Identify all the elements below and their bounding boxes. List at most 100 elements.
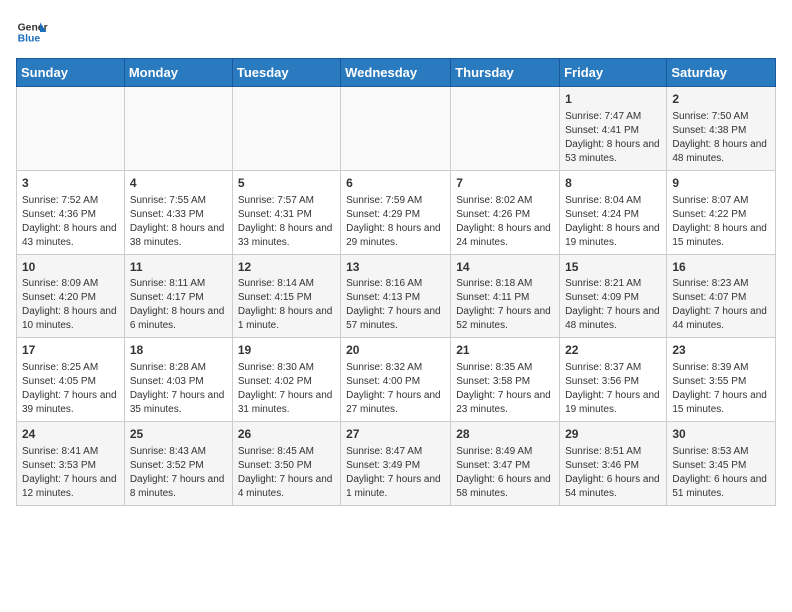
calendar-cell: 24Sunrise: 8:41 AMSunset: 3:53 PMDayligh… — [17, 422, 125, 506]
calendar-cell: 7 Sunrise: 8:02 AMSunset: 4:26 PMDaylight… — [451, 170, 560, 254]
calendar-cell: 23 Sunrise: 8:39 AMSunset: 3:55 PMDayligh… — [667, 338, 776, 422]
weekday-header-saturday: Saturday — [667, 59, 776, 87]
day-number: 22 — [565, 342, 661, 359]
calendar-cell: 30 Sunrise: 8:53 AMSunset: 3:45 PMDayligh… — [667, 422, 776, 506]
page-header: General Blue — [16, 16, 776, 48]
calendar-cell: 26 Sunrise: 8:45 AMSunset: 3:50 PMDayligh… — [232, 422, 340, 506]
calendar-cell: 18 Sunrise: 8:28 AMSunset: 4:03 PMDayligh… — [124, 338, 232, 422]
day-info: Sunrise: 8:37 AMSunset: 3:56 PMDaylight:… — [565, 361, 661, 417]
weekday-header-row: SundayMondayTuesdayWednesdayThursdayFrid… — [17, 59, 776, 87]
day-info: Sunrise: 8:25 AMSunset: 4:05 PMDaylight:… — [22, 361, 119, 417]
calendar-cell: 29 Sunrise: 8:51 AMSunset: 3:46 PMDayligh… — [560, 422, 667, 506]
day-number: 25 — [130, 426, 227, 443]
calendar-cell: 28 Sunrise: 8:49 AMSunset: 3:47 PMDayligh… — [451, 422, 560, 506]
day-info: Sunrise: 8:43 AMSunset: 3:52 PMDaylight:… — [130, 445, 227, 501]
day-info: Sunrise: 7:55 AMSunset: 4:33 PMDaylight:… — [130, 194, 227, 250]
day-number: 28 — [456, 426, 554, 443]
day-number: 15 — [565, 259, 661, 276]
day-number: 23 — [672, 342, 770, 359]
day-number: 21 — [456, 342, 554, 359]
day-number: 2 — [672, 91, 770, 108]
weekday-header-sunday: Sunday — [17, 59, 125, 87]
day-number: 4 — [130, 175, 227, 192]
calendar-cell: 10Sunrise: 8:09 AMSunset: 4:20 PMDayligh… — [17, 254, 125, 338]
calendar-cell: 8Sunrise: 8:04 AMSunset: 4:24 PMDaylight… — [560, 170, 667, 254]
day-number: 9 — [672, 175, 770, 192]
svg-text:Blue: Blue — [18, 34, 41, 45]
calendar-cell — [232, 87, 340, 171]
calendar-cell: 21Sunrise: 8:35 AMSunset: 3:58 PMDayligh… — [451, 338, 560, 422]
calendar-cell: 4 Sunrise: 7:55 AMSunset: 4:33 PMDaylight… — [124, 170, 232, 254]
weekday-header-tuesday: Tuesday — [232, 59, 340, 87]
calendar-cell: 6 Sunrise: 7:59 AMSunset: 4:29 PMDaylight… — [341, 170, 451, 254]
day-info: Sunrise: 8:47 AMSunset: 3:49 PMDaylight:… — [346, 445, 445, 501]
day-info: Sunrise: 7:47 AMSunset: 4:41 PMDaylight:… — [565, 110, 661, 166]
day-number: 12 — [238, 259, 335, 276]
day-number: 3 — [22, 175, 119, 192]
day-info: Sunrise: 8:02 AMSunset: 4:26 PMDaylight:… — [456, 194, 554, 250]
logo: General Blue — [16, 16, 48, 48]
calendar-cell: 15Sunrise: 8:21 AMSunset: 4:09 PMDayligh… — [560, 254, 667, 338]
day-number: 26 — [238, 426, 335, 443]
calendar-cell — [124, 87, 232, 171]
day-number: 1 — [565, 91, 661, 108]
day-info: Sunrise: 8:53 AMSunset: 3:45 PMDaylight:… — [672, 445, 770, 501]
day-info: Sunrise: 8:07 AMSunset: 4:22 PMDaylight:… — [672, 194, 770, 250]
day-number: 18 — [130, 342, 227, 359]
day-number: 10 — [22, 259, 119, 276]
day-info: Sunrise: 8:21 AMSunset: 4:09 PMDaylight:… — [565, 277, 661, 333]
day-number: 29 — [565, 426, 661, 443]
day-info: Sunrise: 8:51 AMSunset: 3:46 PMDaylight:… — [565, 445, 661, 501]
calendar-week-4: 17 Sunrise: 8:25 AMSunset: 4:05 PMDayligh… — [17, 338, 776, 422]
day-info: Sunrise: 8:09 AMSunset: 4:20 PMDaylight:… — [22, 277, 119, 333]
calendar-cell — [341, 87, 451, 171]
day-info: Sunrise: 8:39 AMSunset: 3:55 PMDaylight:… — [672, 361, 770, 417]
day-info: Sunrise: 8:11 AMSunset: 4:17 PMDaylight:… — [130, 277, 227, 333]
day-info: Sunrise: 8:14 AMSunset: 4:15 PMDaylight:… — [238, 277, 335, 333]
day-number: 7 — [456, 175, 554, 192]
day-number: 16 — [672, 259, 770, 276]
calendar-table: SundayMondayTuesdayWednesdayThursdayFrid… — [16, 58, 776, 506]
day-number: 13 — [346, 259, 445, 276]
calendar-cell: 5Sunrise: 7:57 AMSunset: 4:31 PMDaylight… — [232, 170, 340, 254]
day-info: Sunrise: 7:59 AMSunset: 4:29 PMDaylight:… — [346, 194, 445, 250]
day-info: Sunrise: 8:45 AMSunset: 3:50 PMDaylight:… — [238, 445, 335, 501]
weekday-header-wednesday: Wednesday — [341, 59, 451, 87]
calendar-cell: 22 Sunrise: 8:37 AMSunset: 3:56 PMDayligh… — [560, 338, 667, 422]
day-number: 14 — [456, 259, 554, 276]
calendar-cell: 1 Sunrise: 7:47 AMSunset: 4:41 PMDaylight… — [560, 87, 667, 171]
day-number: 20 — [346, 342, 445, 359]
logo-icon: General Blue — [16, 16, 48, 48]
calendar-cell: 19Sunrise: 8:30 AMSunset: 4:02 PMDayligh… — [232, 338, 340, 422]
day-info: Sunrise: 8:16 AMSunset: 4:13 PMDaylight:… — [346, 277, 445, 333]
calendar-week-1: 1 Sunrise: 7:47 AMSunset: 4:41 PMDaylight… — [17, 87, 776, 171]
weekday-header-friday: Friday — [560, 59, 667, 87]
weekday-header-monday: Monday — [124, 59, 232, 87]
day-number: 24 — [22, 426, 119, 443]
day-number: 5 — [238, 175, 335, 192]
day-info: Sunrise: 7:52 AMSunset: 4:36 PMDaylight:… — [22, 194, 119, 250]
calendar-cell: 12Sunrise: 8:14 AMSunset: 4:15 PMDayligh… — [232, 254, 340, 338]
calendar-cell: 2 Sunrise: 7:50 AMSunset: 4:38 PMDaylight… — [667, 87, 776, 171]
calendar-cell: 13Sunrise: 8:16 AMSunset: 4:13 PMDayligh… — [341, 254, 451, 338]
weekday-header-thursday: Thursday — [451, 59, 560, 87]
calendar-cell: 3 Sunrise: 7:52 AMSunset: 4:36 PMDaylight… — [17, 170, 125, 254]
calendar-cell — [17, 87, 125, 171]
day-info: Sunrise: 8:04 AMSunset: 4:24 PMDaylight:… — [565, 194, 661, 250]
day-number: 17 — [22, 342, 119, 359]
day-info: Sunrise: 8:32 AMSunset: 4:00 PMDaylight:… — [346, 361, 445, 417]
calendar-cell: 11Sunrise: 8:11 AMSunset: 4:17 PMDayligh… — [124, 254, 232, 338]
calendar-week-5: 24Sunrise: 8:41 AMSunset: 3:53 PMDayligh… — [17, 422, 776, 506]
day-number: 27 — [346, 426, 445, 443]
day-number: 30 — [672, 426, 770, 443]
day-info: Sunrise: 8:23 AMSunset: 4:07 PMDaylight:… — [672, 277, 770, 333]
calendar-cell: 20 Sunrise: 8:32 AMSunset: 4:00 PMDayligh… — [341, 338, 451, 422]
day-info: Sunrise: 8:49 AMSunset: 3:47 PMDaylight:… — [456, 445, 554, 501]
calendar-cell: 17 Sunrise: 8:25 AMSunset: 4:05 PMDayligh… — [17, 338, 125, 422]
calendar-cell — [451, 87, 560, 171]
day-number: 6 — [346, 175, 445, 192]
calendar-week-2: 3 Sunrise: 7:52 AMSunset: 4:36 PMDaylight… — [17, 170, 776, 254]
day-info: Sunrise: 8:28 AMSunset: 4:03 PMDaylight:… — [130, 361, 227, 417]
day-info: Sunrise: 7:50 AMSunset: 4:38 PMDaylight:… — [672, 110, 770, 166]
calendar-week-3: 10Sunrise: 8:09 AMSunset: 4:20 PMDayligh… — [17, 254, 776, 338]
